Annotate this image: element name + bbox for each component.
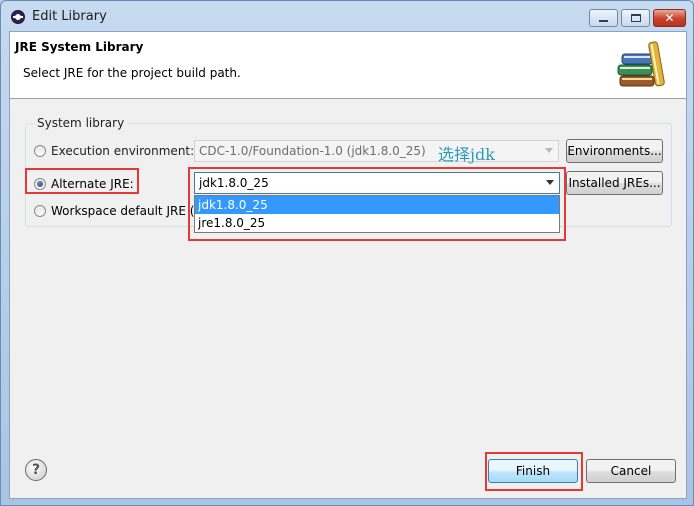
execution-environment-radio[interactable] [34, 145, 46, 157]
annotation-label: 选择jdk [438, 145, 495, 164]
close-icon: ✕ [664, 11, 675, 25]
execution-environment-label: Execution environment: [51, 144, 195, 158]
page-title: JRE System Library [15, 40, 144, 54]
title-bar[interactable]: Edit Library ✕ [1, 1, 693, 31]
execution-environment-value: CDC-1.0/Foundation-1.0 (jdk1.8.0_25) [199, 144, 426, 158]
window-title: Edit Library [32, 9, 107, 24]
minimize-button[interactable] [589, 9, 618, 27]
dialog-content: JRE System Library Select JRE for the pr… [9, 31, 687, 499]
close-button[interactable]: ✕ [653, 9, 686, 27]
cancel-button[interactable]: Cancel [586, 459, 676, 483]
finish-button[interactable]: Finish [488, 459, 578, 483]
execution-environment-option[interactable]: Execution environment: [34, 144, 194, 158]
edit-library-dialog: Edit Library ✕ JRE System Library Select… [0, 0, 694, 506]
minimize-icon [599, 20, 608, 22]
maximize-button[interactable] [621, 9, 650, 27]
annotation-box-alternate-jre [25, 168, 139, 194]
dialog-header: JRE System Library Select JRE for the pr… [10, 32, 686, 99]
execution-environment-select[interactable]: CDC-1.0/Foundation-1.0 (jdk1.8.0_25) [194, 140, 559, 162]
group-legend: System library [34, 116, 128, 130]
installed-jres-button[interactable]: Installed JREs... [566, 171, 663, 195]
maximize-icon [630, 14, 641, 22]
eclipse-icon [11, 10, 25, 24]
workspace-default-label: Workspace default JRE ( [51, 204, 195, 218]
workspace-default-option[interactable]: Workspace default JRE ( [34, 204, 194, 218]
page-description: Select JRE for the project build path. [23, 66, 241, 80]
chevron-down-icon [545, 148, 553, 153]
library-books-icon [617, 41, 665, 87]
help-icon[interactable]: ? [25, 459, 47, 481]
environments-button[interactable]: Environments... [566, 139, 663, 163]
annotation-box-jre-dropdown [188, 167, 566, 241]
workspace-default-radio[interactable] [34, 205, 46, 217]
